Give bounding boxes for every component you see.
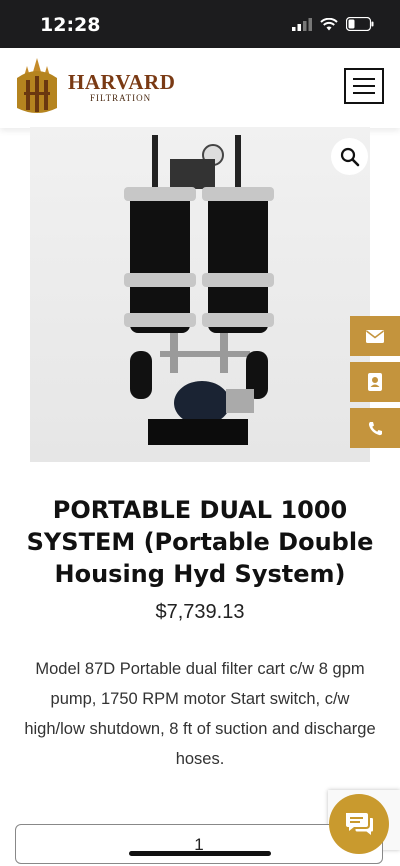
home-indicator xyxy=(129,851,271,856)
product-description: Model 87D Portable dual filter cart c/w … xyxy=(24,660,376,768)
envelope-icon xyxy=(366,329,384,343)
status-icons xyxy=(292,17,374,31)
phone-icon xyxy=(368,421,382,435)
status-time: 12:28 xyxy=(40,14,101,36)
hamburger-menu-button[interactable] xyxy=(344,68,384,104)
signal-icon xyxy=(292,17,312,31)
battery-icon xyxy=(346,17,374,31)
harvard-logo-mark xyxy=(17,58,57,113)
menu-line xyxy=(353,78,375,80)
quantity-input[interactable]: 1 xyxy=(15,824,383,864)
search-icon xyxy=(340,147,359,166)
product-title: PORTABLE DUAL 1000 SYSTEM (Portable Doub… xyxy=(26,496,374,588)
menu-line xyxy=(353,85,375,87)
site-header: HARVARD FILTRATION xyxy=(0,48,400,128)
status-bar: 12:28 xyxy=(0,0,400,48)
brand-name: HARVARD xyxy=(68,70,176,94)
menu-line xyxy=(353,92,375,94)
chat-button[interactable] xyxy=(329,794,389,854)
filter-cart-illustration xyxy=(124,135,274,445)
brand-subtitle: FILTRATION xyxy=(90,93,152,103)
harvard-logo[interactable]: HARVARD FILTRATION xyxy=(14,58,175,116)
chat-bubble-icon xyxy=(346,813,373,835)
email-button[interactable] xyxy=(350,316,400,356)
product-image[interactable] xyxy=(30,127,370,462)
phone-button[interactable] xyxy=(350,408,400,448)
wifi-icon xyxy=(320,17,338,30)
product-price: $7,739.13 xyxy=(155,601,245,623)
zoom-search-button[interactable] xyxy=(331,138,368,175)
contact-card-button[interactable] xyxy=(350,362,400,402)
contact-card-icon xyxy=(368,373,382,391)
